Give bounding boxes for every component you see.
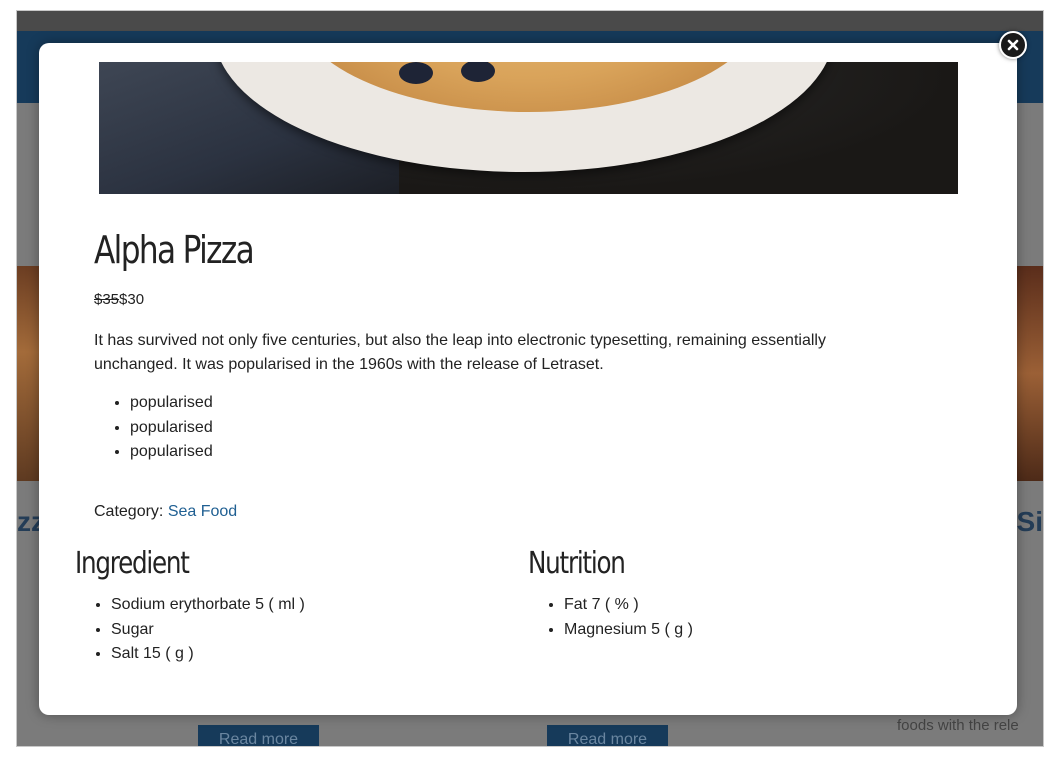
background-read-more-button: Read more <box>547 725 668 746</box>
feature-list: popularised popularised popularised <box>94 391 213 465</box>
list-item: Salt 15 ( g ) <box>111 642 305 667</box>
list-item: Sugar <box>111 618 305 643</box>
product-title: Alpha Pizza <box>94 228 255 272</box>
product-modal: Alpha Pizza $35$30 It has survived not o… <box>39 43 1017 715</box>
close-button[interactable] <box>999 31 1027 59</box>
list-item: popularised <box>130 391 213 416</box>
close-icon <box>1007 39 1019 51</box>
product-category: Category: Sea Food <box>94 503 237 521</box>
list-item: Sodium erythorbate 5 ( ml ) <box>111 593 305 618</box>
category-link[interactable]: Sea Food <box>168 503 237 520</box>
product-description: It has survived not only five centuries,… <box>94 332 826 373</box>
ingredient-list: Sodium erythorbate 5 ( ml ) Sugar Salt 1… <box>75 593 305 667</box>
nutrition-list: Fat 7 ( % ) Magnesium 5 ( g ) <box>528 593 693 642</box>
original-price: $35 <box>94 291 120 308</box>
nutrition-heading: Nutrition <box>528 546 626 581</box>
background-footer-text: foods with the rele <box>897 717 1019 734</box>
background-heading-right: Si <box>1016 506 1043 537</box>
sale-price: $30 <box>119 291 145 308</box>
product-image <box>99 62 958 194</box>
background-food-image-right <box>1017 266 1043 481</box>
list-item: Magnesium 5 ( g ) <box>564 618 693 643</box>
ingredient-heading: Ingredient <box>75 546 190 581</box>
list-item: popularised <box>130 416 213 441</box>
product-price: $35$30 <box>94 291 144 308</box>
list-item: popularised <box>130 440 213 465</box>
list-item: Fat 7 ( % ) <box>564 593 693 618</box>
background-read-more-button: Read more <box>198 725 319 746</box>
image-olive <box>399 62 433 84</box>
category-label: Category: <box>94 503 168 520</box>
